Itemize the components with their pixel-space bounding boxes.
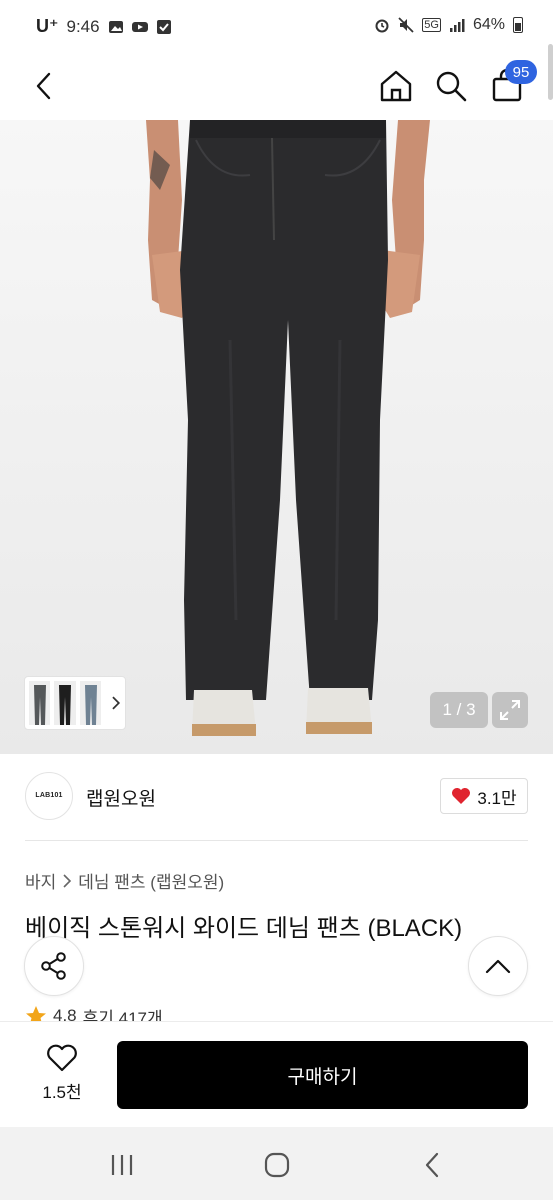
product-photo — [146, 120, 430, 736]
check-icon — [156, 19, 171, 34]
brand-like-button[interactable]: 3.1만 — [440, 778, 528, 814]
chevron-right-icon — [63, 873, 72, 888]
brand-row: LAB101 랩원오원 3.1만 — [0, 770, 553, 824]
thumbnail-strip[interactable] — [24, 676, 126, 730]
recent-apps-button[interactable] — [102, 1145, 142, 1185]
recent-apps-icon — [111, 1155, 133, 1175]
chevron-up-icon — [485, 959, 511, 974]
wishlist-button[interactable]: 1.5천 — [24, 1044, 100, 1108]
brand-logo[interactable]: LAB101 — [25, 772, 73, 820]
expand-icon — [500, 700, 520, 720]
signal-icon — [449, 19, 465, 32]
scroll-top-button[interactable] — [468, 936, 528, 996]
product-image[interactable] — [0, 120, 553, 754]
wishlist-count: 1.5천 — [42, 1083, 82, 1102]
buy-button[interactable]: 구매하기 — [117, 1041, 528, 1109]
brand-name[interactable]: 랩원오원 — [86, 784, 156, 811]
system-nav-bar — [0, 1127, 553, 1200]
breadcrumb-subcategory[interactable]: 데님 팬츠 (랩원오원) — [78, 868, 224, 893]
cart-count-badge: 95 — [505, 60, 537, 84]
image-page-counter: 1 / 3 — [430, 692, 488, 728]
chevron-left-icon — [36, 72, 51, 100]
search-icon — [436, 71, 467, 102]
clock: 9:46 — [66, 16, 100, 36]
purchase-bar: 1.5천 구매하기 — [0, 1021, 553, 1127]
chevron-right-icon — [112, 696, 121, 710]
status-left: U⁺ 9:46 — [36, 16, 172, 37]
status-bar: U⁺ 9:46 5G 64% — [0, 0, 553, 54]
product-title: 베이직 스톤워시 와이드 데님 팬츠 (BLACK) — [25, 915, 463, 942]
brand-like-count: 3.1만 — [477, 788, 517, 808]
youtube-icon — [131, 21, 148, 32]
share-button[interactable] — [24, 936, 84, 996]
battery-label: 64% — [472, 16, 505, 33]
network-label: 5G — [422, 18, 441, 32]
share-icon — [41, 952, 66, 980]
breadcrumb: 바지 데님 팬츠 (랩원오원) — [25, 868, 224, 893]
search-button[interactable] — [427, 62, 475, 110]
home-button[interactable] — [372, 62, 420, 110]
home-icon — [380, 70, 412, 102]
thumbnail-blue-jeans[interactable] — [79, 681, 102, 725]
heart-filled-icon — [452, 788, 471, 804]
battery-icon — [513, 17, 523, 33]
chevron-left-icon — [425, 1152, 439, 1178]
brand-logo-text: LAB101 — [35, 792, 63, 799]
back-nav-button[interactable] — [412, 1145, 452, 1185]
alarm-icon — [375, 19, 389, 33]
scroll-indicator — [548, 44, 553, 100]
breadcrumb-category[interactable]: 바지 — [25, 868, 56, 893]
divider — [25, 840, 528, 841]
expand-image-button[interactable] — [492, 692, 528, 728]
gallery-icon — [108, 20, 123, 33]
home-nav-button[interactable] — [257, 1145, 297, 1185]
status-right: 5G 64% — [374, 16, 523, 34]
back-button[interactable] — [20, 62, 68, 110]
thumbnail-black-jeans[interactable] — [54, 681, 76, 725]
carrier-label: U⁺ — [36, 16, 59, 36]
heart-outline-icon — [47, 1044, 77, 1072]
mute-icon — [398, 17, 414, 33]
thumbnail-gray-jeans[interactable] — [29, 681, 51, 725]
home-circle-icon — [264, 1152, 290, 1178]
app-header — [0, 54, 553, 120]
